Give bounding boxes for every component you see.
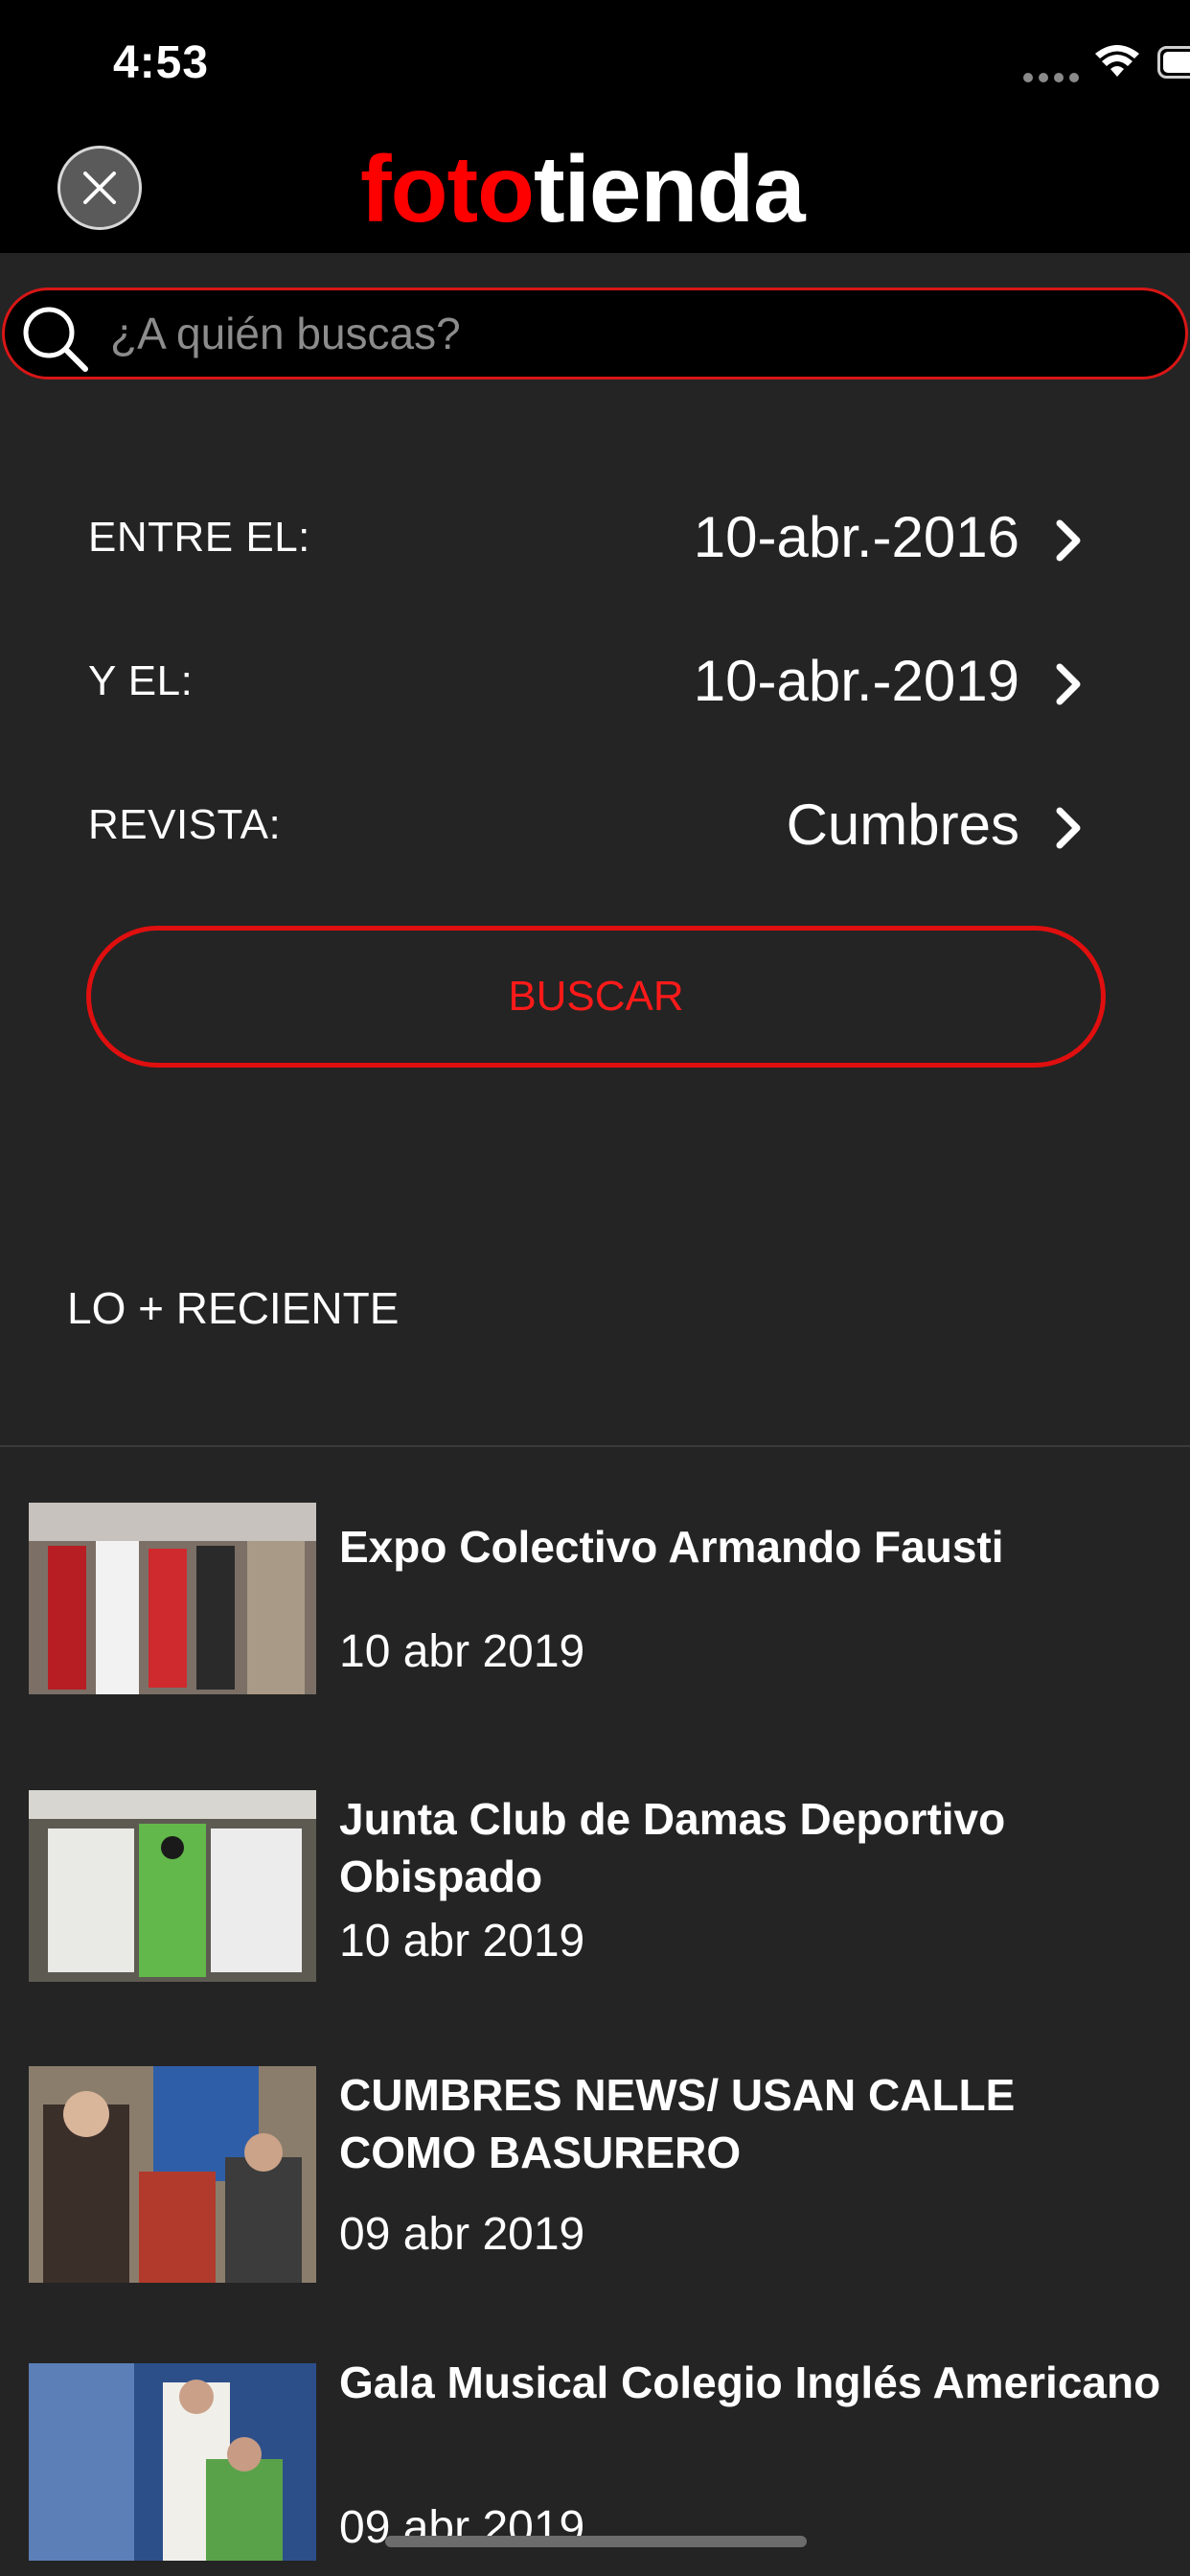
filter-row-end-date[interactable]: Y EL: 10-abr.-2019 <box>0 634 1190 730</box>
filter-row-magazine[interactable]: REVISTA: Cumbres <box>0 778 1190 874</box>
battery-icon <box>1157 46 1190 79</box>
list-item[interactable]: Junta Club de Damas Deportivo Obispado 1… <box>0 1790 1190 1982</box>
item-title: Gala Musical Colegio Inglés Americano <box>339 2358 1161 2407</box>
item-date: 10 abr 2019 <box>339 1916 585 1966</box>
chevron-right-icon <box>1056 807 1081 849</box>
filter-value[interactable]: Cumbres <box>787 792 1019 858</box>
status-time: 4:53 <box>113 37 210 88</box>
close-button[interactable] <box>57 146 142 230</box>
filter-value[interactable]: 10-abr.-2016 <box>694 504 1019 570</box>
item-date: 10 abr 2019 <box>339 1626 585 1677</box>
close-icon <box>83 172 116 204</box>
home-indicator <box>385 2536 807 2547</box>
chevron-right-icon <box>1056 663 1081 705</box>
thumbnail-image <box>29 2363 316 2561</box>
search-input[interactable] <box>110 290 1164 377</box>
cellular-signal-icon <box>1023 73 1081 82</box>
app-logo: fototienda <box>360 136 806 242</box>
logo-foto: foto <box>360 136 535 242</box>
search-bar[interactable] <box>2 288 1188 380</box>
thumbnail-image <box>29 2066 316 2283</box>
chevron-right-icon <box>1056 519 1081 562</box>
filter-label: REVISTA: <box>88 801 282 848</box>
thumbnail-image <box>29 1503 316 1694</box>
list-item[interactable]: Expo Colectivo Armando Fausti 10 abr 201… <box>0 1503 1190 1694</box>
filter-label: Y EL: <box>88 657 194 704</box>
header-bar: 4:53 fototienda <box>0 0 1190 253</box>
list-item[interactable]: CUMBRES NEWS/ USAN CALLE COMO BASURERO 0… <box>0 2066 1190 2287</box>
filter-row-start-date[interactable]: ENTRE EL: 10-abr.-2016 <box>0 491 1190 586</box>
item-title: Expo Colectivo Armando Fausti <box>339 1522 1004 1572</box>
thumbnail-image <box>29 1790 316 1982</box>
wifi-icon <box>1095 45 1139 77</box>
item-title: Junta Club de Damas Deportivo Obispado <box>339 1794 1006 1901</box>
logo-tienda: tienda <box>534 136 806 242</box>
filter-label: ENTRE EL: <box>88 514 310 561</box>
search-button[interactable]: BUSCAR <box>86 926 1106 1068</box>
search-icon <box>23 307 88 372</box>
item-date: 09 abr 2019 <box>339 2209 585 2260</box>
divider <box>0 1445 1190 1447</box>
item-title: CUMBRES NEWS/ USAN CALLE COMO BASURERO <box>339 2070 1016 2177</box>
filter-value[interactable]: 10-abr.-2019 <box>694 648 1019 714</box>
section-title-recent: LO + RECIENTE <box>67 1283 400 1333</box>
